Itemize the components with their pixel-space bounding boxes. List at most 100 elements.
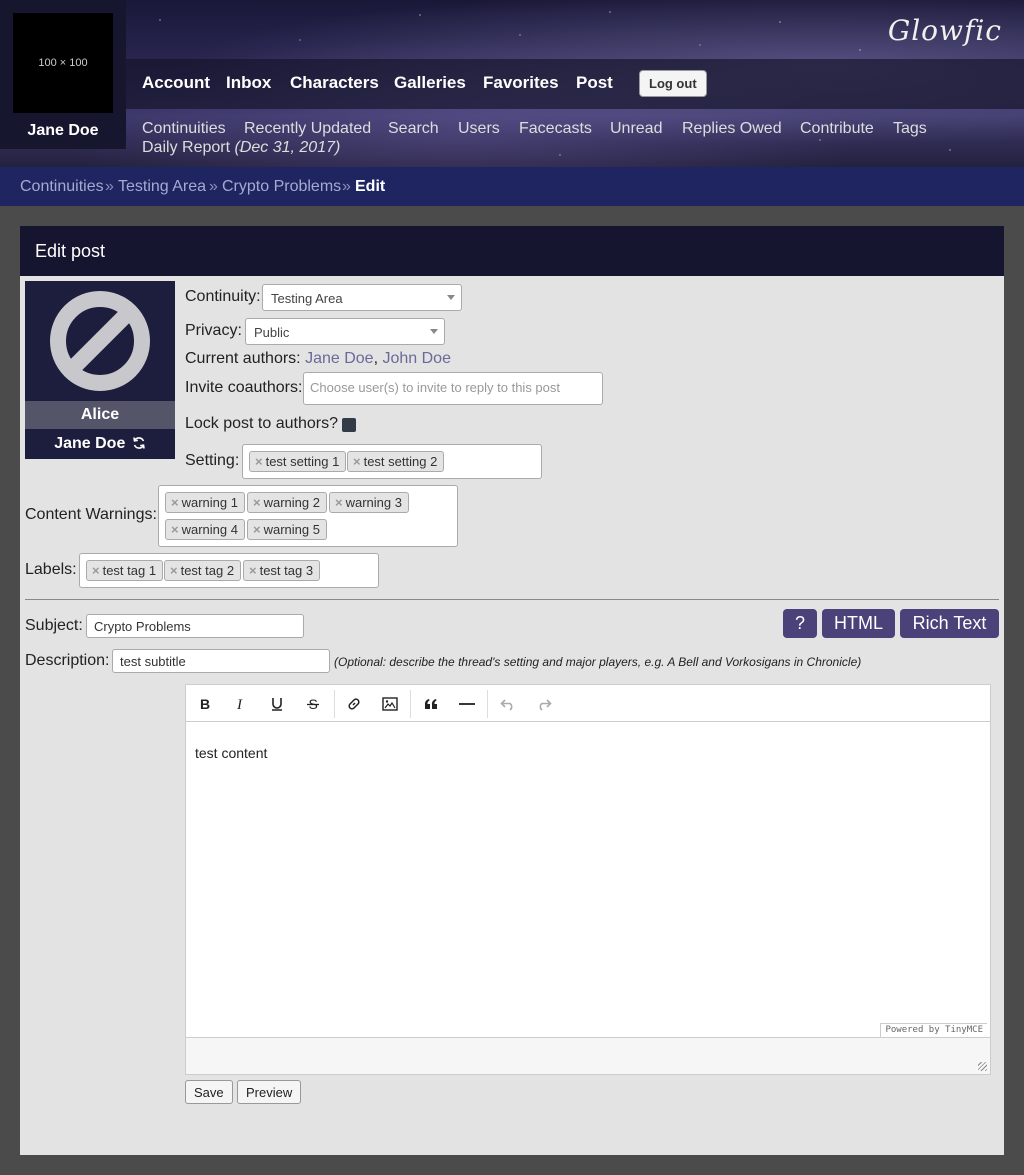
remove-tag-icon[interactable]: × (171, 495, 179, 510)
nav-favorites[interactable]: Favorites (483, 73, 559, 93)
daily-report-label[interactable]: Daily Report (142, 139, 230, 156)
subnav-replies-owed[interactable]: Replies Owed (682, 120, 782, 138)
warning-tag: × warning 1 (165, 492, 245, 513)
rich-text-editor[interactable]: B I S test content Powered by TinyMCE (185, 684, 991, 1075)
label-tag: × test tag 1 (86, 560, 164, 581)
subnav-daily-report[interactable]: Daily Report (Dec 31, 2017) (142, 139, 340, 157)
breadcrumb-testing-area[interactable]: Testing Area (118, 178, 206, 196)
nav-account[interactable]: Account (142, 73, 210, 93)
subnav-recently-updated[interactable]: Recently Updated (244, 120, 371, 138)
label-tag: × test tag 3 (243, 560, 321, 581)
subject-label: Subject: (25, 617, 83, 634)
html-mode-button[interactable]: HTML (822, 609, 895, 638)
avatar-user-name[interactable]: Jane Doe (0, 122, 126, 140)
author-link[interactable]: John Doe (382, 350, 451, 367)
bold-icon[interactable]: B (193, 693, 217, 715)
subnav-users[interactable]: Users (458, 120, 500, 138)
logout-button[interactable]: Log out (639, 70, 707, 97)
chevron-down-icon (447, 295, 455, 300)
remove-tag-icon[interactable]: × (253, 495, 261, 510)
breadcrumb-continuities[interactable]: Continuities (20, 178, 104, 196)
subnav-tags[interactable]: Tags (893, 120, 927, 138)
subnav-facecasts[interactable]: Facecasts (519, 120, 592, 138)
subnav-search[interactable]: Search (388, 120, 439, 138)
remove-tag-icon[interactable]: × (335, 495, 343, 510)
description-input[interactable] (112, 649, 330, 673)
remove-tag-icon[interactable]: × (92, 563, 100, 578)
save-button[interactable]: Save (185, 1080, 233, 1104)
authors-label: Current authors: (185, 350, 301, 367)
label-tag: × test tag 2 (164, 560, 242, 581)
warning-tag-label: warning 3 (345, 495, 402, 510)
redo-icon[interactable] (532, 693, 556, 715)
remove-tag-icon[interactable]: × (253, 522, 261, 537)
subnav-unread[interactable]: Unread (610, 120, 662, 138)
underline-icon[interactable] (265, 693, 289, 715)
character-card[interactable]: Alice Jane Doe (25, 281, 175, 459)
resize-handle-icon[interactable] (978, 1062, 987, 1071)
blockquote-icon[interactable] (419, 693, 443, 715)
breadcrumb-current: Edit (355, 178, 386, 195)
warning-tag: × warning 2 (247, 492, 327, 513)
lock-checkbox[interactable] (342, 418, 356, 432)
divider (25, 599, 999, 600)
privacy-select[interactable]: Public (245, 318, 445, 345)
italic-icon[interactable]: I (229, 693, 253, 715)
invite-label: Invite coauthors: (185, 379, 303, 396)
image-icon[interactable] (378, 693, 402, 715)
horizontal-rule-icon[interactable] (455, 693, 479, 715)
warning-tag-label: warning 5 (263, 522, 320, 537)
character-name[interactable]: Alice (25, 401, 175, 429)
remove-tag-icon[interactable]: × (249, 563, 257, 578)
privacy-value: Public (254, 325, 290, 340)
no-icon-placeholder-icon[interactable] (25, 281, 175, 401)
nav-characters[interactable]: Characters (290, 73, 379, 93)
setting-tag-label: test setting 1 (265, 454, 340, 469)
labels-label: Labels: (25, 561, 77, 578)
labels-select[interactable]: × test tag 1 × test tag 2 × test tag 3 (79, 553, 379, 588)
subnav-contribute[interactable]: Contribute (800, 120, 874, 138)
editor-content[interactable]: test content (195, 745, 267, 761)
setting-select[interactable]: × test setting 1 × test setting 2 (242, 444, 542, 479)
powered-by-tinymce[interactable]: Powered by TinyMCE (880, 1023, 987, 1037)
subnav-continuities[interactable]: Continuities (142, 120, 226, 138)
warning-tag: × warning 4 (165, 519, 245, 540)
remove-tag-icon[interactable]: × (171, 522, 179, 537)
user-avatar-box[interactable]: 100 × 100 Jane Doe (0, 0, 126, 149)
author-link[interactable]: Jane Doe (305, 350, 374, 367)
toolbar-separator (410, 690, 411, 718)
editor-toolbar: B I S (186, 685, 990, 722)
avatar[interactable]: 100 × 100 (13, 13, 113, 113)
label-tag-label: test tag 2 (180, 563, 235, 578)
remove-tag-icon[interactable]: × (353, 454, 361, 469)
toolbar-separator (334, 690, 335, 718)
warnings-select[interactable]: × warning 1 × warning 2 × warning 3 × warnin… (158, 485, 458, 547)
nav-post[interactable]: Post (576, 73, 613, 93)
preview-button[interactable]: Preview (237, 1080, 302, 1104)
setting-tag: × test setting 1 (249, 451, 347, 472)
subject-input[interactable] (86, 614, 304, 638)
help-button[interactable]: ? (783, 609, 817, 638)
link-icon[interactable] (342, 693, 366, 715)
site-header: 100 × 100 Jane Doe Glowfic Account Inbox… (0, 0, 1024, 167)
edit-post-panel: Edit post Alice Jane Doe Continuity: Tes… (20, 226, 1004, 1155)
character-user[interactable]: Jane Doe (25, 431, 175, 459)
undo-icon[interactable] (496, 693, 520, 715)
warning-tag-label: warning 1 (181, 495, 238, 510)
continuity-select[interactable]: Testing Area (262, 284, 462, 311)
breadcrumb-post[interactable]: Crypto Problems (222, 178, 341, 196)
invite-coauthors-input[interactable]: Choose user(s) to invite to reply to thi… (303, 372, 603, 405)
breadcrumb: Continuities » Testing Area » Crypto Pro… (0, 167, 1024, 206)
site-logo[interactable]: Glowfic (888, 14, 1002, 47)
refresh-icon[interactable] (132, 433, 146, 459)
editor-statusbar (186, 1037, 990, 1074)
panel-title: Edit post (20, 226, 1004, 276)
remove-tag-icon[interactable]: × (255, 454, 263, 469)
strikethrough-icon[interactable]: S (301, 693, 325, 715)
remove-tag-icon[interactable]: × (170, 563, 178, 578)
nav-galleries[interactable]: Galleries (394, 73, 466, 93)
breadcrumb-separator: » (342, 178, 351, 195)
toolbar-separator (487, 690, 488, 718)
nav-inbox[interactable]: Inbox (226, 73, 271, 93)
rich-text-mode-button[interactable]: Rich Text (900, 609, 999, 638)
